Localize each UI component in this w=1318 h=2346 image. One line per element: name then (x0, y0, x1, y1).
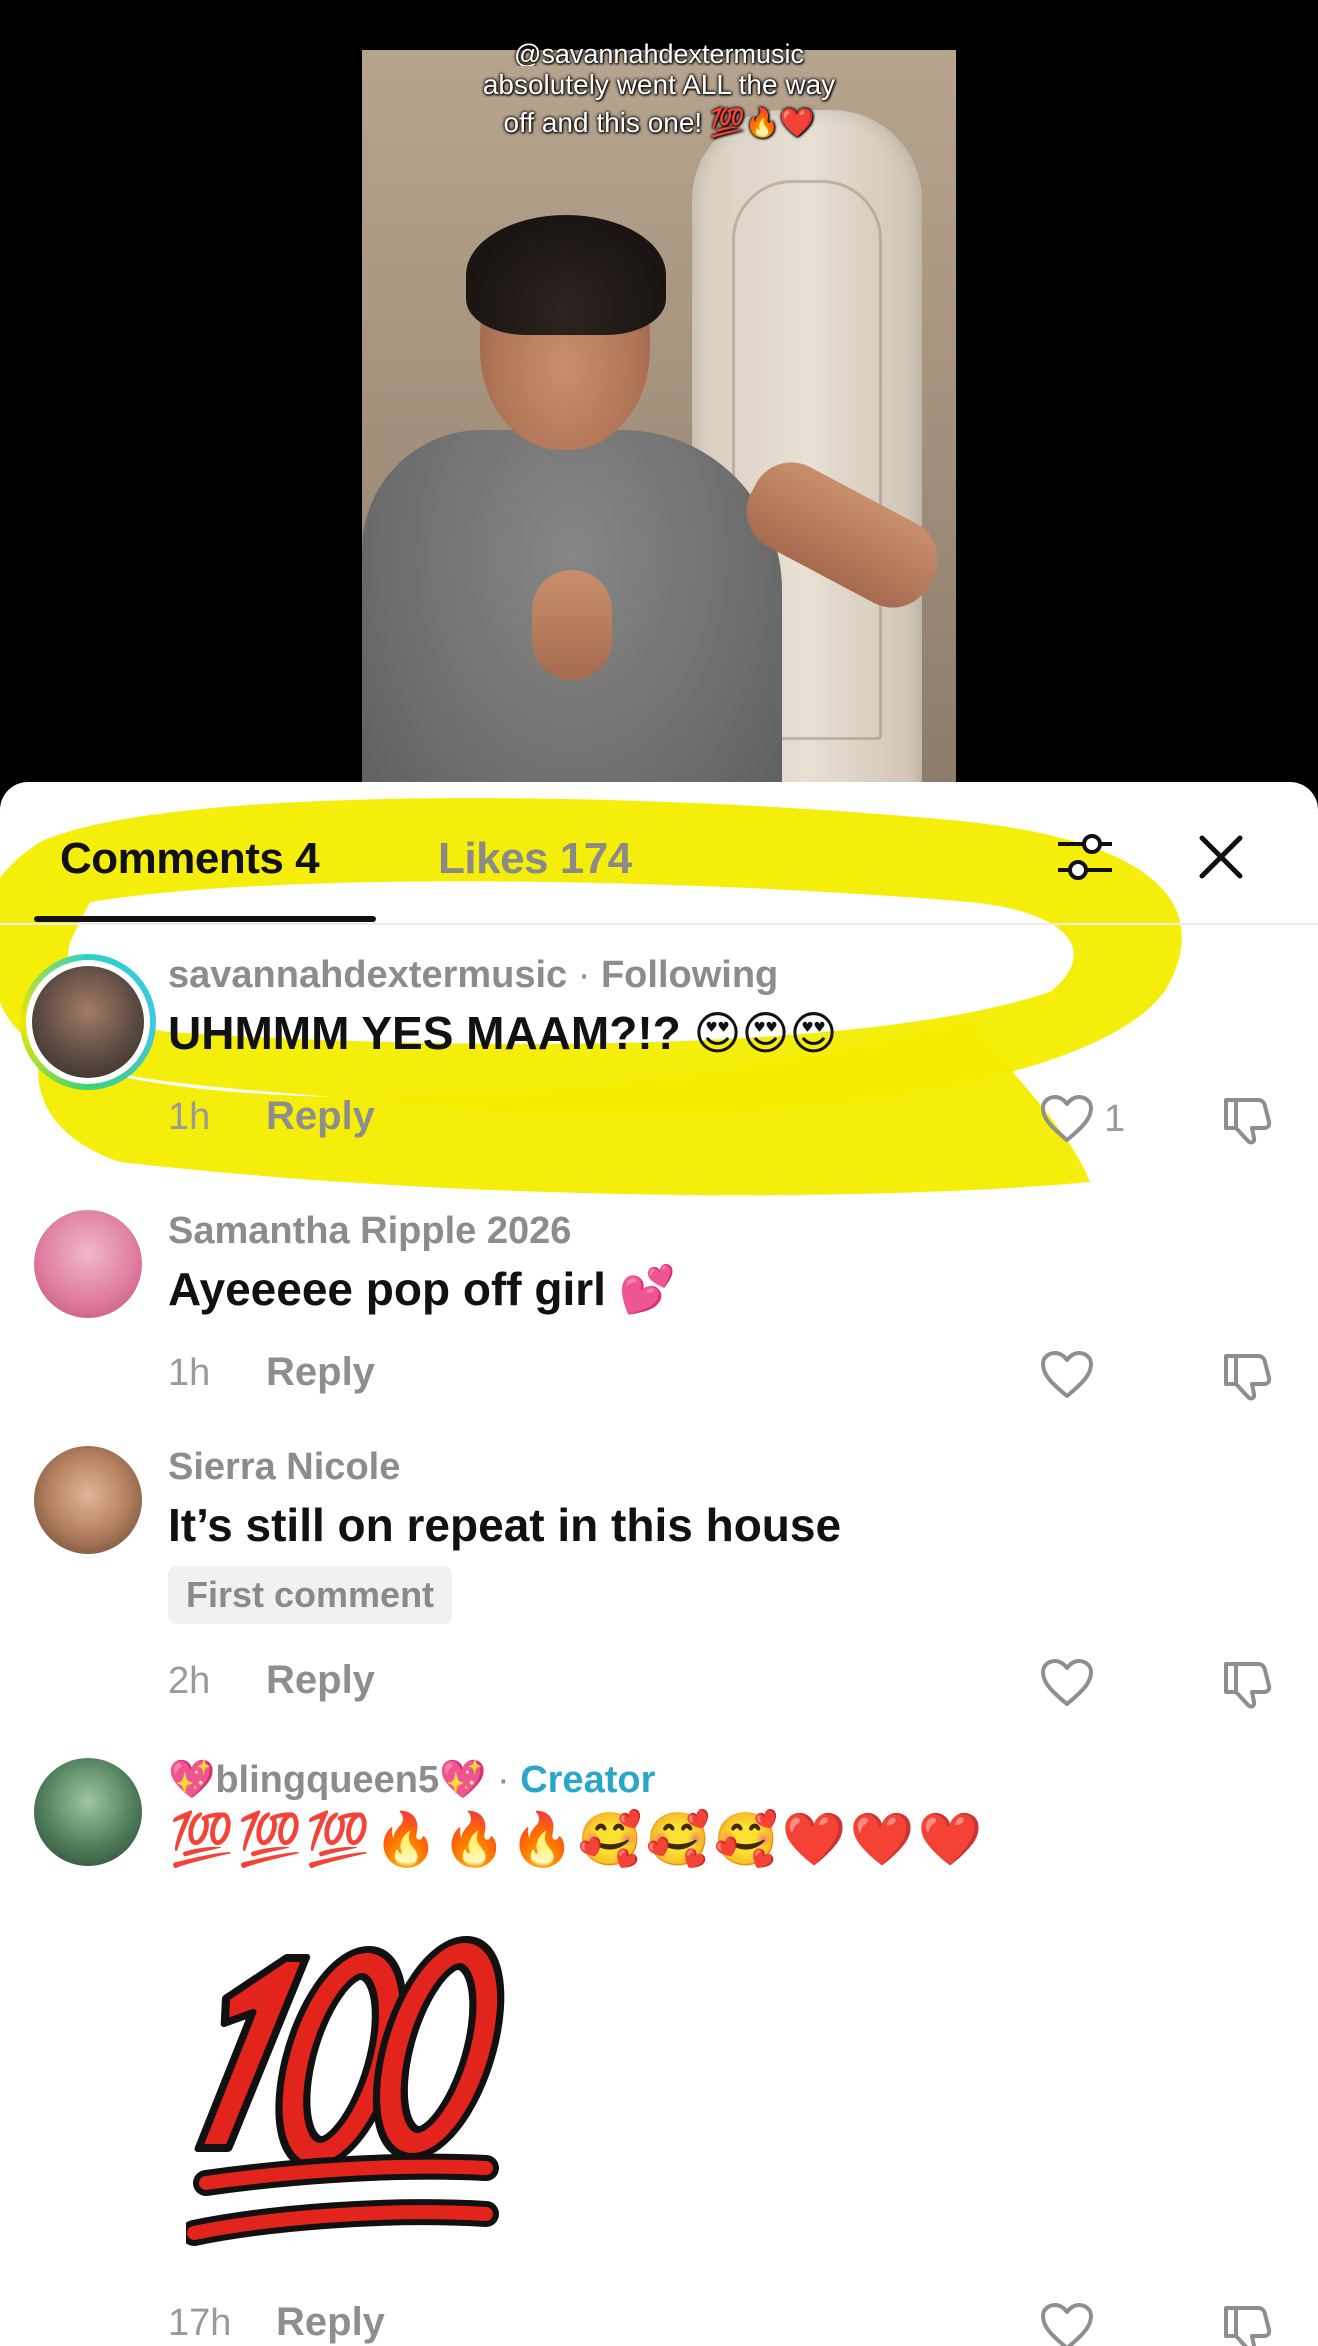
separator-dot: · (577, 954, 601, 996)
fire-emoji: 🔥 (441, 1810, 507, 1870)
smiling-hearts-emoji: 🥰 (645, 1810, 711, 1870)
tab-comments[interactable]: Comments 4 (60, 834, 320, 884)
hundred-points-sticker (186, 1936, 505, 2246)
comments-tab-bar: Comments 4 Likes 174 (0, 782, 1318, 924)
red-heart-emoji: ❤️ (917, 1810, 983, 1870)
comment-username[interactable]: Samantha Ripple 2026 (168, 1210, 571, 1253)
video-player[interactable] (362, 50, 956, 800)
red-heart-emoji: ❤️ (781, 1810, 847, 1870)
comment-username-line: 💖blingqueen5💖 · Creator (168, 1758, 655, 1802)
video-caption-line-2: absolutely went ALL the way (482, 69, 836, 100)
video-caption-line-3: off and this one! 💯🔥❤️ (503, 107, 815, 138)
video-caption: @savannahdextermusic absolutely went ALL… (362, 42, 956, 142)
comment-username[interactable]: Sierra Nicole (168, 1446, 400, 1489)
following-tag: Following (600, 954, 779, 996)
reply-button[interactable]: Reply (266, 1094, 375, 1139)
avatar[interactable] (34, 1210, 142, 1318)
creator-tag: Creator (520, 1759, 656, 1801)
smiling-hearts-emoji: 🥰 (577, 1810, 643, 1870)
heart-outline-icon[interactable] (1040, 1094, 1094, 1144)
close-icon[interactable] (1188, 822, 1254, 892)
comment-username-line: savannahdextermusic · Following (168, 954, 778, 997)
avatar[interactable] (34, 1446, 142, 1554)
comment-username[interactable]: 💖blingqueen5💖 (168, 1759, 486, 1801)
separator-dot: · (496, 1759, 521, 1801)
thumbs-down-icon[interactable] (1220, 1656, 1274, 1710)
comment-timestamp: 17h (168, 2302, 232, 2344)
video-caption-line-1: @savannahdextermusic (513, 42, 805, 66)
smiling-hearts-emoji: 🥰 (713, 1810, 779, 1870)
reply-button[interactable]: Reply (276, 2300, 385, 2345)
heart-outline-icon[interactable] (1040, 1658, 1094, 1708)
avatar-story-ring[interactable] (20, 954, 156, 1090)
first-comment-badge: First comment (168, 1566, 453, 1624)
video-person-hand (532, 570, 612, 680)
avatar[interactable] (34, 1758, 142, 1866)
fire-emoji: 🔥 (373, 1810, 439, 1870)
filter-sliders-icon[interactable] (1052, 822, 1118, 892)
thumbs-down-icon[interactable] (1220, 1092, 1274, 1146)
comment-timestamp: 1h (168, 1352, 211, 1394)
hundred-points-emoji: 💯 (237, 1810, 303, 1870)
heart-outline-icon[interactable] (1040, 2302, 1094, 2346)
active-tab-indicator (34, 916, 376, 922)
avatar (32, 966, 144, 1078)
hundred-points-emoji: 💯 (169, 1810, 235, 1870)
comment-text: It’s still on repeat in this house (168, 1499, 842, 1551)
comment-text: Ayeeeee pop off girl 💕 (168, 1263, 676, 1315)
comment-timestamp: 1h (168, 1096, 211, 1138)
hundred-points-emoji: 💯 (305, 1810, 371, 1870)
fire-emoji: 🔥 (509, 1810, 575, 1870)
comment-username[interactable]: savannahdextermusic (168, 954, 567, 996)
thumbs-down-icon[interactable] (1220, 1348, 1274, 1402)
like-count: 1 (1104, 1098, 1126, 1140)
heart-outline-icon[interactable] (1040, 1350, 1094, 1400)
thumbs-down-icon[interactable] (1220, 2300, 1274, 2346)
tabs-divider (0, 923, 1318, 925)
reply-button[interactable]: Reply (266, 1658, 375, 1703)
comment-emoji-text: 💯💯💯🔥🔥🔥🥰🥰🥰❤️❤️❤️ (168, 1810, 984, 1870)
reply-button[interactable]: Reply (266, 1350, 375, 1395)
comment-timestamp: 2h (168, 1660, 211, 1702)
red-heart-emoji: ❤️ (849, 1810, 915, 1870)
video-person-hair (466, 215, 666, 335)
comment-text: UHMMM YES MAAM?!? 😍😍😍 (168, 1007, 838, 1059)
tab-likes[interactable]: Likes 174 (438, 834, 632, 884)
